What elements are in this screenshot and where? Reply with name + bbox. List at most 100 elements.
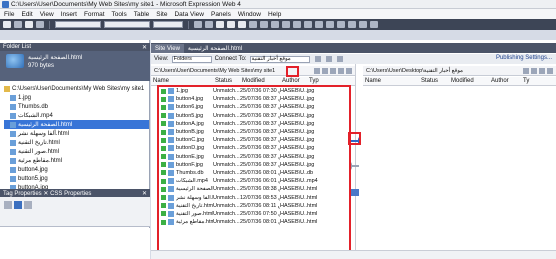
col-modified[interactable]: Modified [240,78,280,84]
refresh-icon[interactable] [330,67,336,74]
redo-icon[interactable] [205,21,213,28]
menu-panels[interactable]: Panels [211,11,231,18]
tree-item[interactable]: مقاطع مرئية.html [4,156,149,165]
tree-item[interactable]: ألفا وسهلة نشر.html [4,129,149,138]
undo-icon[interactable] [194,21,202,28]
font-color-icon[interactable] [359,21,367,28]
tab-home-page[interactable]: الصفحة الرئيسية.html [184,44,246,53]
outdent-icon[interactable] [326,21,334,28]
show-set-properties-icon[interactable] [24,201,32,209]
col-status[interactable]: Status [419,78,449,84]
close-panel-icon[interactable]: ✕ [142,44,147,51]
new-page-icon[interactable] [3,21,11,28]
highlight-local-files [157,85,351,258]
new-folder-icon[interactable] [523,67,529,74]
open-icon[interactable] [14,21,22,28]
tab-site-view[interactable]: Site View [151,44,184,53]
tree-item[interactable]: الشبكات.mp4 [4,111,149,120]
disconnect-icon[interactable] [325,56,332,62]
col-type[interactable]: Typ [307,78,321,84]
tree-item[interactable]: صور التقنية.html [4,147,149,156]
menu-format[interactable]: Format [84,11,105,18]
horizontal-scrollbar[interactable] [151,250,556,259]
col-author[interactable]: Author [489,78,521,84]
menu-help[interactable]: Help [268,11,281,18]
tab-css-properties[interactable]: CSS Properties [50,191,91,197]
tree-label: الصفحة الرئيسية.html [18,122,73,128]
tree-item[interactable]: button5.jpg [4,174,149,183]
new-file-icon[interactable] [531,67,537,74]
align-center-icon[interactable] [260,21,268,28]
italic-icon[interactable] [227,21,235,28]
left-scrollbar[interactable] [0,210,150,219]
col-name[interactable]: Name [151,78,213,84]
align-left-icon[interactable] [249,21,257,28]
align-right-icon[interactable] [271,21,279,28]
new-folder-icon[interactable] [314,67,320,74]
tree-label: صور التقنية.html [18,149,59,155]
menu-file[interactable]: File [4,11,14,18]
tree-label: ألفا وسهلة نشر.html [18,131,69,137]
menu-table[interactable]: Table [134,11,150,18]
close-panel-icon[interactable]: ✕ [142,190,147,197]
menu-site[interactable]: Site [156,11,167,18]
connect-dropdown[interactable]: موقع أخبار التقنية [249,55,310,63]
tree-item-selected[interactable]: الصفحة الرئيسية.html [4,120,149,129]
refresh-icon[interactable] [539,67,545,74]
video-file-icon [10,112,16,119]
bullets-icon[interactable] [304,21,312,28]
bold-icon[interactable] [216,21,224,28]
stop-icon[interactable] [336,56,343,62]
get-arrow-icon[interactable] [350,162,359,170]
justify-icon[interactable] [282,21,290,28]
col-author[interactable]: Author [280,78,307,84]
highlight-icon[interactable] [348,21,356,28]
numbering-icon[interactable] [293,21,301,28]
col-name[interactable]: Name [363,78,419,84]
alphabetical-icon[interactable] [14,201,22,209]
tree-item[interactable]: 1.jpg [4,93,149,102]
html-file-icon [10,148,16,155]
underline-icon[interactable] [238,21,246,28]
connect-icon[interactable] [314,56,321,62]
style-dropdown[interactable] [55,21,101,28]
delete-icon[interactable] [547,67,553,74]
view-dropdown[interactable]: Folders [171,55,212,63]
tab-tag-properties[interactable]: Tag Properties [3,191,42,197]
menu-view[interactable]: View [40,11,54,18]
indent-icon[interactable] [315,21,323,28]
tag-properties-header: Tag Properties ✕ CSS Properties ✕ [0,189,150,197]
html-file-icon [10,121,16,128]
sync-icon[interactable] [351,189,359,196]
col-status[interactable]: Status [213,78,240,84]
save-icon[interactable] [25,21,33,28]
menu-data-view[interactable]: Data View [174,11,204,18]
more-tools-icon[interactable] [370,21,378,28]
border-icon[interactable] [337,21,345,28]
html-file-icon [10,130,16,137]
tree-item[interactable]: Thumbs.db [4,102,149,111]
size-dropdown[interactable] [153,21,183,28]
site-icon [6,54,24,68]
image-file-icon [10,166,16,173]
tree-item[interactable]: تاريخ التقنية.html [4,138,149,147]
site-root-info[interactable]: الصفحة الرئيسية.html 970 bytes [6,54,82,70]
menu-insert[interactable]: Insert [61,11,77,18]
delete-icon[interactable] [346,67,352,74]
tree-item-root[interactable]: C:\Users\User\Documents\My Web Sites\my … [4,84,149,93]
menu-window[interactable]: Window [238,11,261,18]
menu-edit[interactable]: Edit [21,11,32,18]
font-dropdown[interactable] [104,21,150,28]
col-type[interactable]: Ty [521,78,533,84]
remote-column-headers: Name Status Modified Author Ty [363,77,556,86]
menu-tools[interactable]: Tools [112,11,127,18]
site-name: الصفحة الرئيسية.html [28,55,83,61]
publishing-settings-link[interactable]: Publishing Settings... [496,55,552,61]
views-icon[interactable] [338,67,344,74]
tree-item[interactable]: button4.jpg [4,165,149,174]
col-modified[interactable]: Modified [449,78,489,84]
new-file-icon[interactable] [322,67,328,74]
categorized-icon[interactable] [4,201,12,209]
local-path-bar: C:\Users\User\Documents\My Web Sites\my … [151,66,355,76]
print-icon[interactable] [36,21,44,28]
